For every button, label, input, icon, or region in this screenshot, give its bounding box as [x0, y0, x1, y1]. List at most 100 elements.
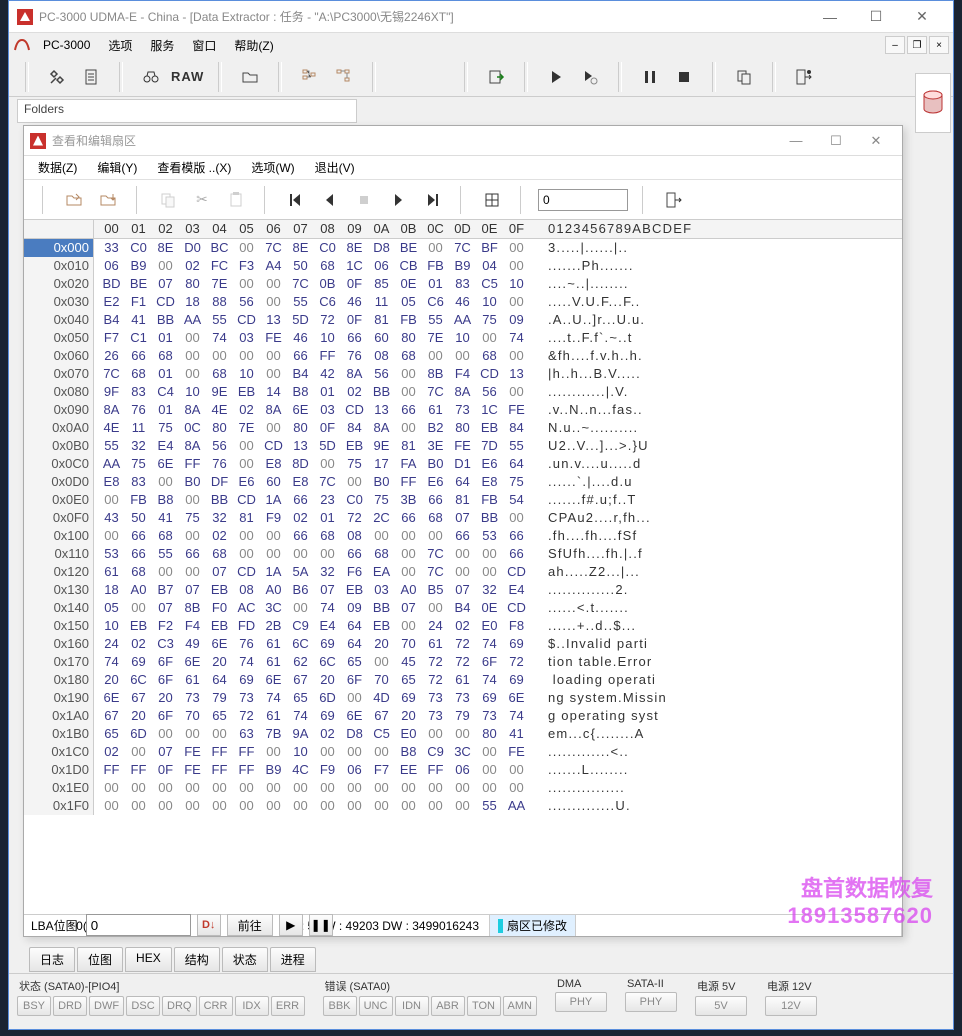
- lba-input[interactable]: [86, 914, 191, 936]
- hex-menu-options[interactable]: 选项(W): [243, 157, 302, 178]
- tree-icon[interactable]: [296, 63, 324, 91]
- hex-row[interactable]: 0x1B0656D000000637B9A02D8C5E000008041em.…: [24, 725, 902, 743]
- minimize-button[interactable]: —: [807, 2, 853, 32]
- status-cell: 5V: [695, 996, 747, 1016]
- hex-row[interactable]: 0x0F0435041753281F90201722C666807BB00CPA…: [24, 509, 902, 527]
- side-toolbar[interactable]: [915, 73, 951, 133]
- hex-row[interactable]: 0x13018A0B707EB08A0B607EB03A0B50732E4...…: [24, 581, 902, 599]
- play-icon[interactable]: [542, 63, 570, 91]
- menu-window[interactable]: 窗口: [184, 35, 224, 56]
- hex-row[interactable]: 0x0E000FBB800BBCD1A6623C0753B6681FB54...…: [24, 491, 902, 509]
- tab-struct[interactable]: 结构: [174, 947, 220, 972]
- hex-row[interactable]: 0x17074696F6E207461626C65004572726F72tio…: [24, 653, 902, 671]
- first-icon[interactable]: [282, 186, 310, 214]
- pause-icon[interactable]: [636, 63, 664, 91]
- last-icon[interactable]: [418, 186, 446, 214]
- play-settings-icon[interactable]: [576, 63, 604, 91]
- menu-options[interactable]: 选项: [100, 35, 140, 56]
- hex-row[interactable]: 0x0D0E88300B0DFE660E87C00B0FFE664E875...…: [24, 473, 902, 491]
- goto-input[interactable]: [538, 189, 628, 211]
- hex-row[interactable]: 0x020BDBE07807E00007C0B0F850E0183C510...…: [24, 275, 902, 293]
- exit2-icon[interactable]: [660, 186, 688, 214]
- hex-offset: 0x1F0: [24, 797, 94, 815]
- menu-help[interactable]: 帮助(Z): [226, 35, 281, 56]
- stop-icon[interactable]: [670, 63, 698, 91]
- hex-row[interactable]: 0x1400500078BF0AC3C007409BB0700B40ECD...…: [24, 599, 902, 617]
- mdi-minimize[interactable]: –: [885, 36, 905, 54]
- main-menu-bar: PC-3000 选项 服务 窗口 帮助(Z) – ❐ ×: [9, 33, 953, 57]
- hex-offset: 0x070: [24, 365, 94, 383]
- hex-row[interactable]: 0x0C0AA756EFF7600E88D007517FAB0D1E664.un…: [24, 455, 902, 473]
- hex-maximize[interactable]: ☐: [816, 127, 856, 155]
- hex-row[interactable]: 0x050F7C101007403FE46106660807E100074...…: [24, 329, 902, 347]
- hex-row[interactable]: 0x0809F83C4109EEB14B80102BB007C8A5600...…: [24, 383, 902, 401]
- hex-offset: 0x160: [24, 635, 94, 653]
- hex-row[interactable]: 0x1602402C3496E76616C6964207061727469$..…: [24, 635, 902, 653]
- copy2-icon[interactable]: [154, 186, 182, 214]
- hex-row[interactable]: 0x10000666800020000666808000000665366.fh…: [24, 527, 902, 545]
- hex-row[interactable]: 0x1C0020007FEFFFF0010000000B8C93C00FE...…: [24, 743, 902, 761]
- hex-grid[interactable]: 000102030405060708090A0B0C0D0E0F 0123456…: [24, 220, 902, 914]
- tab-log[interactable]: 日志: [29, 947, 75, 972]
- stop2-icon[interactable]: [350, 186, 378, 214]
- hex-row[interactable]: 0x1A067206F7065726174696E672073797374g o…: [24, 707, 902, 725]
- hex-close[interactable]: ✕: [856, 127, 896, 155]
- document-icon[interactable]: [77, 63, 105, 91]
- exit-icon[interactable]: [790, 63, 818, 91]
- folder-icon[interactable]: [236, 63, 264, 91]
- hex-row[interactable]: 0x1906E672073797374656D004D697373696Eng …: [24, 689, 902, 707]
- lba-go-button[interactable]: 前往: [227, 914, 273, 936]
- close-button[interactable]: ✕: [899, 2, 945, 32]
- tab-bitmap[interactable]: 位图: [77, 947, 123, 972]
- hex-row[interactable]: 0x00033C08ED0BC007C8EC08ED8BE007CBF003..…: [24, 239, 902, 257]
- lba-play-button[interactable]: ▶: [279, 914, 303, 936]
- tree2-icon[interactable]: [330, 63, 358, 91]
- hex-row[interactable]: 0x01006B90002FCF3A450681C06CBFBB90400...…: [24, 257, 902, 275]
- hex-row[interactable]: 0x180206C6F6164696E67206F706572617469 lo…: [24, 671, 902, 689]
- lba-marker-button[interactable]: D↓: [197, 914, 221, 936]
- save-icon[interactable]: [94, 186, 122, 214]
- status-group: DMAPHY: [555, 978, 607, 1012]
- mdi-close[interactable]: ×: [929, 36, 949, 54]
- raw-button[interactable]: RAW: [171, 63, 204, 91]
- hex-menu-data[interactable]: 数据(Z): [30, 157, 85, 178]
- status-cell: UNC: [359, 996, 393, 1016]
- hex-minimize[interactable]: —: [776, 127, 816, 155]
- hex-row[interactable]: 0x040B441BBAA55CD135D720F81FB55AA7509.A.…: [24, 311, 902, 329]
- copy-icon[interactable]: [730, 63, 758, 91]
- tools-icon[interactable]: [43, 63, 71, 91]
- hex-row[interactable]: 0x1E000000000000000000000000000000000...…: [24, 779, 902, 797]
- lba-pause-button[interactable]: ❚❚: [309, 914, 333, 936]
- hex-menu-template[interactable]: 查看模版 ..(X): [149, 157, 239, 178]
- paste-icon[interactable]: [222, 186, 250, 214]
- hex-row[interactable]: 0x1206168000007CD1A5A32F6EA007C0000CDah.…: [24, 563, 902, 581]
- hex-offset: 0x110: [24, 545, 94, 563]
- tab-status[interactable]: 状态: [222, 947, 268, 972]
- hex-row[interactable]: 0x0908A76018A4E028A6E03CD136661731CFE.v.…: [24, 401, 902, 419]
- hex-row[interactable]: 0x0B05532E48A5600CD135DEB9E813EFE7D55U2.…: [24, 437, 902, 455]
- hex-row[interactable]: 0x0602666680000000066FF76086800006800&fh…: [24, 347, 902, 365]
- status-cell: DRQ: [162, 996, 196, 1016]
- open-icon[interactable]: [60, 186, 88, 214]
- hex-row[interactable]: 0x1D0FFFF0FFEFFFFB94CF906F7EEFF060000...…: [24, 761, 902, 779]
- hex-row[interactable]: 0x0A04E11750C807E00800F848A00B280EB84N.u…: [24, 419, 902, 437]
- menu-service[interactable]: 服务: [142, 35, 182, 56]
- hex-menu-exit[interactable]: 退出(V): [307, 157, 363, 178]
- export-icon[interactable]: [482, 63, 510, 91]
- mdi-restore[interactable]: ❐: [907, 36, 927, 54]
- maximize-button[interactable]: ☐: [853, 2, 899, 32]
- hex-row[interactable]: 0x0707C680100681000B4428A56008BF4CD13|h.…: [24, 365, 902, 383]
- prev-icon[interactable]: [316, 186, 344, 214]
- tab-hex[interactable]: HEX: [125, 947, 172, 972]
- hex-menu-edit[interactable]: 编辑(Y): [89, 157, 145, 178]
- hex-row[interactable]: 0x1F0000000000000000000000000000055AA...…: [24, 797, 902, 815]
- hex-row[interactable]: 0x15010EBF2F4EBFD2BC9E464EB002402E0F8...…: [24, 617, 902, 635]
- next-icon[interactable]: [384, 186, 412, 214]
- tab-process[interactable]: 进程: [270, 947, 316, 972]
- binoculars-icon[interactable]: [137, 63, 165, 91]
- cut-icon[interactable]: ✂: [188, 186, 216, 214]
- hex-row[interactable]: 0x1105366556668000000006668007C000066SfU…: [24, 545, 902, 563]
- brand-label[interactable]: PC-3000: [35, 36, 98, 54]
- hex-row[interactable]: 0x030E2F1CD1888560055C6461105C6461000...…: [24, 293, 902, 311]
- grid-icon[interactable]: [478, 186, 506, 214]
